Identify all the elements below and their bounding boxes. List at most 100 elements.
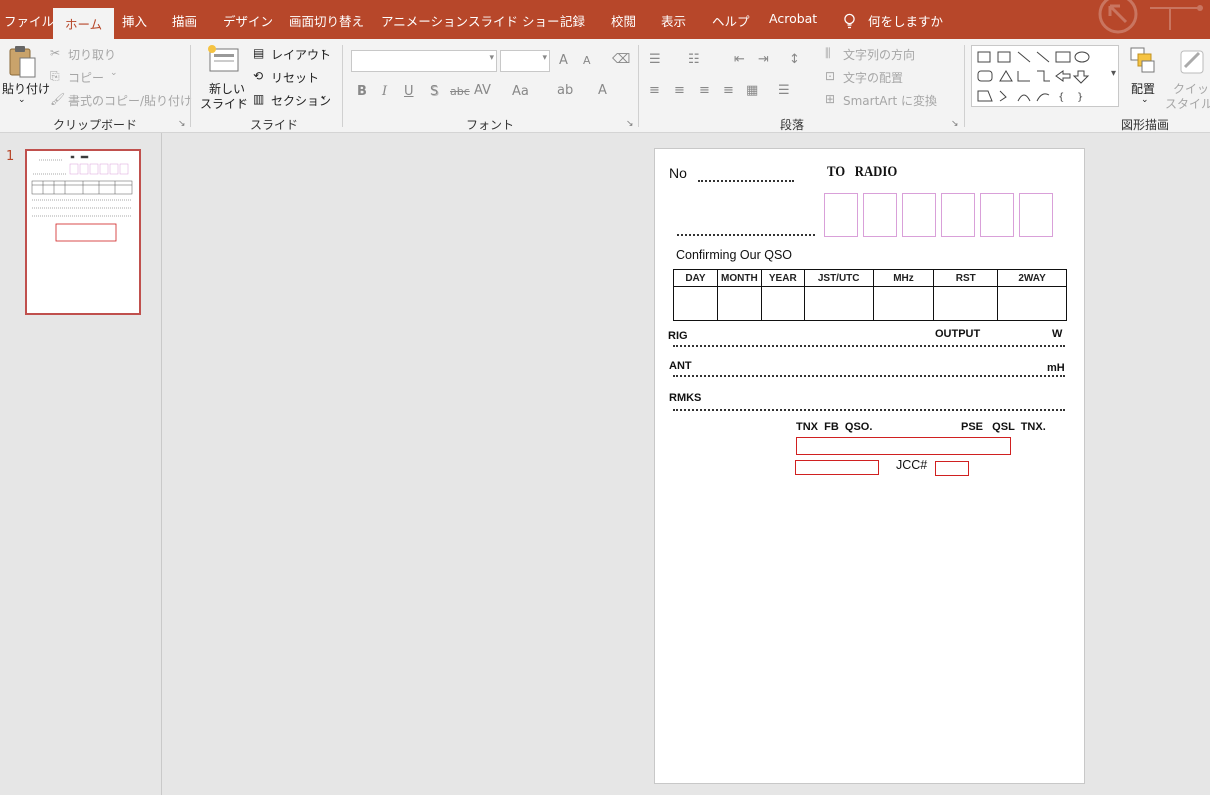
arrange-icon[interactable] (1128, 45, 1158, 75)
section-dropdown-icon[interactable]: ⌄ (320, 91, 328, 101)
gallery-more-icon[interactable]: ▾ (1111, 68, 1116, 79)
cell-year[interactable] (760, 286, 805, 321)
cell-rst[interactable] (933, 286, 999, 321)
columns-icon[interactable]: ☰ (778, 83, 790, 98)
jcc-textbox[interactable] (935, 461, 969, 476)
callsign-box-1[interactable] (824, 193, 858, 237)
slide-canvas[interactable]: No TO RADIO Confirming Our QSO DAY MONTH… (654, 148, 1085, 784)
clipboard-launcher-icon[interactable]: ↘ (178, 119, 186, 129)
shape-gallery[interactable]: {} ▾ (971, 45, 1119, 107)
reset-icon: ⟲ (253, 69, 264, 83)
new-slide-dropdown-icon[interactable]: ⌄ (238, 95, 246, 105)
increase-indent-icon[interactable]: ⇥ (758, 52, 769, 67)
highlight-icon[interactable]: ab (557, 83, 573, 98)
callsign-dotted-line (677, 234, 815, 236)
arrange-dropdown-icon[interactable]: ⌄ (1141, 95, 1149, 105)
menu-transitions[interactable]: 画面切り替え (289, 11, 364, 30)
cell-month[interactable] (716, 286, 762, 321)
menu-draw[interactable]: 描画 (172, 11, 197, 30)
address-textbox[interactable] (796, 437, 1011, 455)
menu-animations[interactable]: アニメーション (381, 11, 468, 30)
cell-time[interactable] (803, 286, 874, 321)
menu-view[interactable]: 表示 (661, 11, 686, 30)
font-launcher-icon[interactable]: ↘ (626, 119, 634, 129)
menu-design[interactable]: デザイン (223, 11, 273, 30)
underline-button[interactable]: U (404, 84, 414, 99)
cell-day[interactable] (673, 286, 718, 321)
menu-review[interactable]: 校閲 (611, 11, 636, 30)
pse-qsl-text[interactable]: PSE QSL TNX. (961, 421, 1046, 433)
chevron-down-icon: ▾ (489, 53, 494, 63)
new-slide-icon[interactable] (206, 43, 240, 75)
menu-home[interactable]: ホーム (53, 8, 115, 39)
menu-insert[interactable]: 挿入 (122, 11, 147, 30)
paste-button[interactable]: 貼り付け (2, 80, 50, 97)
quick-styles-icon[interactable] (1175, 45, 1207, 77)
callsign-box-2[interactable] (863, 193, 897, 237)
header-time: JST/UTC (803, 269, 874, 287)
paste-dropdown-icon[interactable]: ⌄ (18, 95, 26, 105)
bullets-icon[interactable]: ☰ (649, 52, 661, 67)
tell-me-search[interactable]: 何をしますか (868, 11, 943, 30)
group-separator (638, 45, 639, 127)
distribute-icon[interactable]: ▦ (746, 83, 758, 98)
callsign-box-5[interactable] (980, 193, 1014, 237)
change-case-button[interactable]: Aa (512, 84, 529, 99)
format-painter-button[interactable]: 書式のコピー/貼り付け (68, 92, 192, 109)
slide-thumbnail-pane: 1 (0, 133, 162, 795)
slide-thumbnail[interactable] (25, 149, 141, 315)
name-textbox[interactable] (795, 460, 879, 475)
align-center-icon[interactable]: ≡ (674, 83, 685, 98)
font-color-button[interactable]: A (598, 83, 607, 98)
strikethrough-button[interactable]: abc (450, 85, 470, 98)
align-right-icon[interactable]: ≡ (699, 83, 710, 98)
confirming-text[interactable]: Confirming Our QSO (676, 248, 792, 262)
menu-help[interactable]: ヘルプ (712, 11, 750, 30)
callsign-box-3[interactable] (902, 193, 936, 237)
font-size-combo[interactable]: ▾ (500, 50, 550, 72)
decrease-indent-icon[interactable]: ⇤ (734, 52, 745, 67)
copy-button[interactable]: コピー (68, 69, 104, 86)
smartart-button[interactable]: SmartArt に変換 (843, 92, 937, 109)
layout-dropdown-icon[interactable]: ⌄ (320, 45, 328, 55)
qso-table[interactable]: DAY MONTH YEAR JST/UTC MHz RST 2WAY (673, 269, 1067, 321)
cut-button[interactable]: 切り取り (68, 46, 116, 63)
group-label-font: フォント (466, 118, 515, 132)
header-rst: RST (933, 269, 999, 287)
section-icon: ▥ (253, 92, 265, 106)
bold-button[interactable]: B (357, 84, 367, 99)
ribbon: 貼り付け ⌄ ✂ 切り取り ⎘ コピー ⌄ 🖌 書式のコピー/貼り付け クリップ… (0, 39, 1210, 133)
char-spacing-button[interactable]: AV (474, 83, 491, 98)
callsign-box-6[interactable] (1019, 193, 1053, 237)
font-name-combo[interactable]: ▾ (351, 50, 497, 72)
menu-record[interactable]: 記録 (560, 11, 585, 30)
menu-acrobat[interactable]: Acrobat (769, 11, 817, 26)
align-text-button[interactable]: 文字の配置 (843, 69, 903, 86)
shapes-icon[interactable]: {} (974, 47, 1098, 107)
grow-font-button[interactable]: A (559, 53, 568, 68)
copy-dropdown-icon[interactable]: ⌄ (110, 68, 118, 78)
menu-slideshow[interactable]: スライド ショー (468, 11, 559, 30)
clear-format-icon[interactable]: ⌫ (612, 52, 630, 67)
paragraph-launcher-icon[interactable]: ↘ (951, 119, 959, 129)
shadow-button[interactable]: S (430, 84, 438, 99)
italic-button[interactable]: I (382, 84, 387, 99)
shrink-font-button[interactable]: A (583, 54, 591, 67)
align-left-icon[interactable]: ≡ (649, 83, 660, 98)
callsign-box-4[interactable] (941, 193, 975, 237)
text-direction-button[interactable]: 文字列の方向 (843, 46, 915, 63)
tnx-fb-qso-text[interactable]: TNX FB QSO. (796, 421, 872, 433)
numbering-icon[interactable]: ☷ (688, 52, 700, 67)
lightbulb-icon[interactable] (843, 13, 856, 29)
slide-title[interactable]: TO RADIO (827, 164, 897, 181)
reset-button[interactable]: リセット (271, 69, 319, 86)
jcc-label[interactable]: JCC# (896, 458, 927, 472)
quick-styles-label-2[interactable]: スタイル (1165, 95, 1210, 112)
justify-icon[interactable]: ≡ (723, 83, 734, 98)
cell-mhz[interactable] (872, 286, 935, 321)
paste-icon[interactable] (8, 45, 38, 79)
menu-file[interactable]: ファイル (4, 11, 54, 30)
line-spacing-icon[interactable]: ↕ (789, 52, 800, 67)
rig-label: RIG (668, 330, 688, 342)
cell-2way[interactable] (997, 286, 1067, 321)
